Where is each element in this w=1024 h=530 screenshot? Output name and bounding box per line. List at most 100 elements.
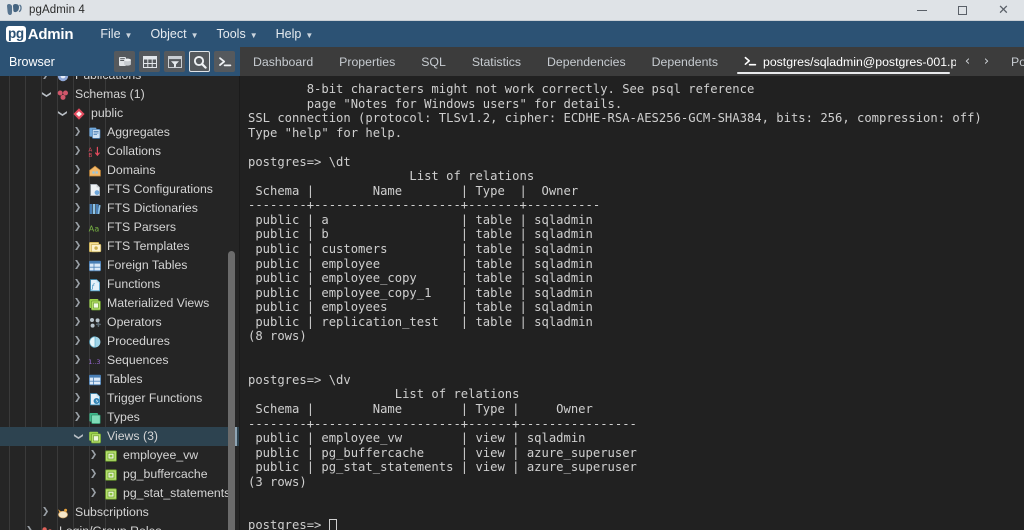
tree-node-functions[interactable]: ❯fFunctions — [0, 275, 239, 294]
chevron-right-icon[interactable]: ❯ — [72, 223, 83, 232]
chevron-right-icon[interactable]: ❯ — [72, 280, 83, 289]
chevron-right-icon[interactable]: ❯ — [88, 470, 99, 479]
fts-parsers-icon: Aa — [88, 221, 102, 235]
tree-node-materialized-views[interactable]: ❯ Materialized Views — [0, 294, 239, 313]
tree-node-label: Sequences — [107, 354, 169, 366]
tab-psql-session[interactable]: postgres/sqladmin@postgres-001.postgres.… — [731, 47, 956, 76]
chevron-right-icon[interactable]: ❯ — [72, 299, 83, 308]
maximize-restore-button[interactable] — [942, 0, 983, 20]
tree-node-login-group-roles[interactable]: ❯Login/Group Roles — [0, 522, 239, 530]
tree-node-label: Collations — [107, 145, 161, 157]
tree-node-sequences[interactable]: ❯1..3Sequences — [0, 351, 239, 370]
tree-node-label: FTS Dictionaries — [107, 202, 198, 214]
chevron-right-icon[interactable]: ❯ — [72, 375, 83, 384]
object-browser-tree[interactable]: ❯Publications❯Schemas (1)❯public❯Aggrega… — [0, 76, 240, 530]
close-button[interactable]: ✕ — [983, 0, 1024, 20]
chevron-right-icon[interactable]: ❯ — [72, 166, 83, 175]
minimize-button[interactable] — [901, 0, 942, 20]
tree-node-pg-stat-statements[interactable]: ❯pg_stat_statements — [0, 484, 239, 503]
terminal-line: 8-bit characters might not work correctl… — [248, 82, 1024, 97]
grid-table-icon[interactable] — [139, 51, 160, 72]
chevron-right-icon[interactable]: ❯ — [88, 489, 99, 498]
tab-dependents[interactable]: Dependents — [639, 47, 731, 76]
tree-node-fts-configurations[interactable]: ❯FTS Configurations — [0, 180, 239, 199]
chevron-right-icon[interactable]: ❯ — [88, 451, 99, 460]
tab-dependencies[interactable]: Dependencies — [534, 47, 639, 76]
tree-node-label: Types — [107, 411, 140, 423]
tree-node-public[interactable]: ❯public — [0, 104, 239, 123]
tab-dashboard[interactable]: Dashboard — [240, 47, 326, 76]
terminal-line: public | employee_vw | view | sqladmin — [248, 431, 1024, 446]
logo-admin-text: Admin — [28, 26, 74, 43]
terminal-line: page "Notes for Windows users" for detai… — [248, 97, 1024, 112]
tab-scroll-right-icon[interactable]: › — [978, 54, 995, 69]
tree-node-trigger-functions[interactable]: ❯Trigger Functions — [0, 389, 239, 408]
tree-node-foreign-tables[interactable]: ❯ Foreign Tables — [0, 256, 239, 275]
tree-node-aggregates[interactable]: ❯Aggregates — [0, 123, 239, 142]
tree-node-fts-dictionaries[interactable]: ❯ FTS Dictionaries — [0, 199, 239, 218]
chevron-right-icon[interactable]: ❯ — [72, 318, 83, 327]
tree-node-domains[interactable]: ❯Domains — [0, 161, 239, 180]
tab-sql[interactable]: SQL — [408, 47, 459, 76]
chevron-right-icon[interactable]: ❯ — [72, 261, 83, 270]
tree-node-tables[interactable]: ❯Tables — [0, 370, 239, 389]
tree-node-schemas-1[interactable]: ❯Schemas (1) — [0, 85, 239, 104]
chevron-down-icon[interactable]: ❯ — [41, 89, 50, 100]
chevron-right-icon[interactable]: ❯ — [40, 76, 51, 80]
menu-file[interactable]: File ▼ — [91, 25, 141, 43]
tree-node-label: Functions — [107, 278, 160, 290]
menu-help[interactable]: Help ▼ — [267, 25, 323, 43]
tab-scroll-left-icon[interactable]: ‹ — [959, 54, 976, 69]
filter-icon[interactable] — [164, 51, 185, 72]
tree-node-label: Subscriptions — [75, 506, 149, 518]
chevron-down-icon[interactable]: ❯ — [57, 108, 66, 119]
chevron-down-icon[interactable]: ❯ — [73, 431, 82, 442]
terminal-icon — [744, 56, 757, 67]
domains-icon — [88, 164, 102, 178]
tree-node-subscriptions[interactable]: ❯ Subscriptions — [0, 503, 239, 522]
chevron-right-icon[interactable]: ❯ — [40, 508, 51, 517]
chevron-right-icon[interactable]: ❯ — [72, 147, 83, 156]
browser-and-tab-bar: Browser — [0, 47, 1024, 76]
tree-node-publications[interactable]: ❯Publications — [0, 76, 239, 85]
chevron-right-icon[interactable]: ❯ — [72, 242, 83, 251]
sidebar-scrollbar-thumb[interactable] — [228, 251, 235, 530]
tree-node-pg-buffercache[interactable]: ❯pg_buffercache — [0, 465, 239, 484]
menu-tools[interactable]: Tools ▼ — [208, 25, 267, 43]
tree-node-fts-templates[interactable]: ❯FTS Templates — [0, 237, 239, 256]
chevron-right-icon[interactable]: ❯ — [72, 356, 83, 365]
tree-node-label: Materialized Views — [107, 297, 209, 309]
object-explorer-icon[interactable] — [114, 51, 135, 72]
terminal-scrollbar[interactable] — [1016, 76, 1024, 530]
tree-node-label: Foreign Tables — [107, 259, 187, 271]
tab-next-partial[interactable]: Post — [998, 47, 1024, 76]
tab-statistics[interactable]: Statistics — [459, 47, 534, 76]
menu-object-label: Object — [150, 27, 186, 41]
chevron-right-icon[interactable]: ❯ — [72, 337, 83, 346]
terminal-icon[interactable] — [214, 51, 235, 72]
terminal-cursor — [329, 519, 337, 530]
search-icon[interactable] — [189, 51, 210, 72]
terminal-line: Schema | Name | Type | Owner — [248, 184, 1024, 199]
chevron-right-icon[interactable]: ❯ — [72, 413, 83, 422]
tree-node-procedures[interactable]: ❯Procedures — [0, 332, 239, 351]
chevron-right-icon[interactable]: ❯ — [72, 394, 83, 403]
chevron-right-icon[interactable]: ❯ — [72, 204, 83, 213]
tab-properties[interactable]: Properties — [326, 47, 408, 76]
tree-node-views-3[interactable]: ❯Views (3) — [0, 427, 239, 446]
chevron-right-icon[interactable]: ❯ — [72, 128, 83, 137]
chevron-right-icon[interactable]: ❯ — [72, 185, 83, 194]
sidebar-scrollbar[interactable] — [230, 76, 237, 530]
tab-strip: Dashboard Properties SQL Statistics Depe… — [240, 47, 1024, 76]
tree-node-types[interactable]: ❯ Types — [0, 408, 239, 427]
psql-terminal[interactable]: 8-bit characters might not work correctl… — [240, 76, 1024, 530]
tree-node-collations[interactable]: ❯ABCollations — [0, 142, 239, 161]
menu-object[interactable]: Object ▼ — [141, 25, 207, 43]
terminal-line: public | employee | table | sqladmin — [248, 257, 1024, 272]
menu-file-label: File — [100, 27, 120, 41]
tree-node-operators[interactable]: ❯Operators — [0, 313, 239, 332]
terminal-line: Type "help" for help. — [248, 126, 1024, 141]
tab-statistics-label: Statistics — [472, 55, 521, 69]
tree-node-fts-parsers[interactable]: ❯AaFTS Parsers — [0, 218, 239, 237]
tree-node-employee-vw[interactable]: ❯employee_vw — [0, 446, 239, 465]
